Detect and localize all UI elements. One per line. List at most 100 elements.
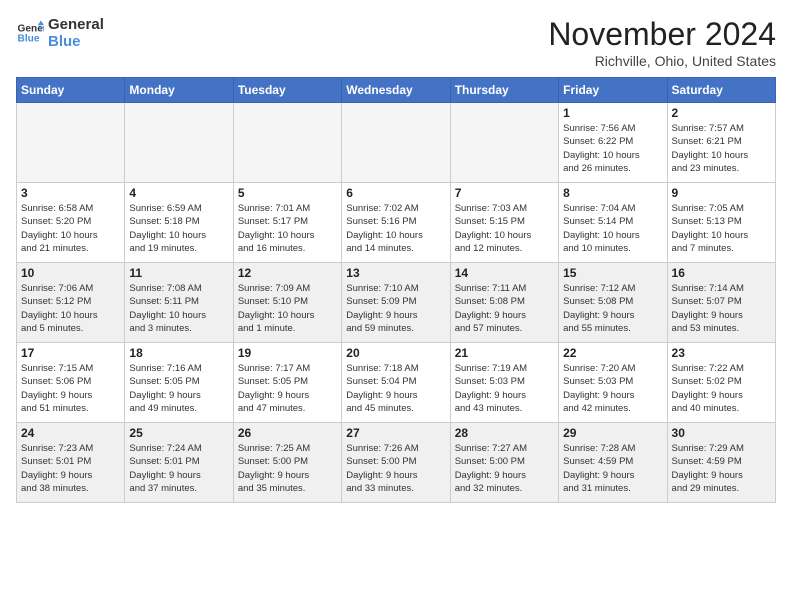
- day-number: 16: [672, 266, 771, 280]
- day-number: 7: [455, 186, 554, 200]
- day-info: Sunrise: 7:20 AM Sunset: 5:03 PM Dayligh…: [563, 362, 662, 415]
- day-number: 2: [672, 106, 771, 120]
- day-number: 6: [346, 186, 445, 200]
- day-info: Sunrise: 7:04 AM Sunset: 5:14 PM Dayligh…: [563, 202, 662, 255]
- day-info: Sunrise: 7:19 AM Sunset: 5:03 PM Dayligh…: [455, 362, 554, 415]
- calendar-cell: [125, 103, 233, 183]
- logo-line1: General: [48, 16, 104, 33]
- day-number: 26: [238, 426, 337, 440]
- calendar-week-4: 24 Sunrise: 7:23 AM Sunset: 5:01 PM Dayli…: [17, 423, 776, 503]
- calendar-cell: 16 Sunrise: 7:14 AM Sunset: 5:07 PM Dayli…: [667, 263, 775, 343]
- day-info: Sunrise: 7:17 AM Sunset: 5:05 PM Dayligh…: [238, 362, 337, 415]
- month-title: November 2024: [548, 16, 776, 53]
- day-number: 19: [238, 346, 337, 360]
- calendar-cell: 29 Sunrise: 7:28 AM Sunset: 4:59 PM Dayli…: [559, 423, 667, 503]
- day-number: 29: [563, 426, 662, 440]
- day-info: Sunrise: 7:12 AM Sunset: 5:08 PM Dayligh…: [563, 282, 662, 335]
- day-info: Sunrise: 7:29 AM Sunset: 4:59 PM Dayligh…: [672, 442, 771, 495]
- weekday-header-monday: Monday: [125, 78, 233, 103]
- day-number: 30: [672, 426, 771, 440]
- calendar-cell: 3 Sunrise: 6:58 AM Sunset: 5:20 PM Daylig…: [17, 183, 125, 263]
- day-number: 13: [346, 266, 445, 280]
- day-info: Sunrise: 7:25 AM Sunset: 5:00 PM Dayligh…: [238, 442, 337, 495]
- calendar-cell: 19 Sunrise: 7:17 AM Sunset: 5:05 PM Dayli…: [233, 343, 341, 423]
- day-number: 8: [563, 186, 662, 200]
- weekday-header-saturday: Saturday: [667, 78, 775, 103]
- calendar-cell: 21 Sunrise: 7:19 AM Sunset: 5:03 PM Dayli…: [450, 343, 558, 423]
- day-info: Sunrise: 7:15 AM Sunset: 5:06 PM Dayligh…: [21, 362, 120, 415]
- weekday-header-wednesday: Wednesday: [342, 78, 450, 103]
- day-number: 28: [455, 426, 554, 440]
- logo: General Blue General Blue: [16, 16, 104, 50]
- calendar-cell: 28Sunrise: 7:27 AM Sunset: 5:00 PM Dayli…: [450, 423, 558, 503]
- day-info: Sunrise: 7:14 AM Sunset: 5:07 PM Dayligh…: [672, 282, 771, 335]
- calendar-cell: 2 Sunrise: 7:57 AM Sunset: 6:21 PM Daylig…: [667, 103, 775, 183]
- day-info: Sunrise: 7:28 AM Sunset: 4:59 PM Dayligh…: [563, 442, 662, 495]
- calendar-cell: 7 Sunrise: 7:03 AM Sunset: 5:15 PM Daylig…: [450, 183, 558, 263]
- calendar-cell: 8 Sunrise: 7:04 AM Sunset: 5:14 PM Daylig…: [559, 183, 667, 263]
- calendar-cell: 27 Sunrise: 7:26 AM Sunset: 5:00 PM Dayli…: [342, 423, 450, 503]
- calendar-cell: 9Sunrise: 7:05 AM Sunset: 5:13 PM Daylig…: [667, 183, 775, 263]
- weekday-header-sunday: Sunday: [17, 78, 125, 103]
- day-number: 21: [455, 346, 554, 360]
- day-info: Sunrise: 7:06 AM Sunset: 5:12 PM Dayligh…: [21, 282, 120, 335]
- day-number: 1: [563, 106, 662, 120]
- calendar-cell: 17 Sunrise: 7:15 AM Sunset: 5:06 PM Dayli…: [17, 343, 125, 423]
- day-number: 4: [129, 186, 228, 200]
- day-info: Sunrise: 7:56 AM Sunset: 6:22 PM Dayligh…: [563, 122, 662, 175]
- svg-text:Blue: Blue: [18, 34, 40, 45]
- day-info: Sunrise: 7:57 AM Sunset: 6:21 PM Dayligh…: [672, 122, 771, 175]
- day-info: Sunrise: 6:59 AM Sunset: 5:18 PM Dayligh…: [129, 202, 228, 255]
- day-number: 10: [21, 266, 120, 280]
- day-info: Sunrise: 7:16 AM Sunset: 5:05 PM Dayligh…: [129, 362, 228, 415]
- day-info: Sunrise: 7:11 AM Sunset: 5:08 PM Dayligh…: [455, 282, 554, 335]
- calendar-cell: 4 Sunrise: 6:59 AM Sunset: 5:18 PM Daylig…: [125, 183, 233, 263]
- calendar-cell: 18Sunrise: 7:16 AM Sunset: 5:05 PM Dayli…: [125, 343, 233, 423]
- calendar-cell: 23Sunrise: 7:22 AM Sunset: 5:02 PM Dayli…: [667, 343, 775, 423]
- weekday-header-tuesday: Tuesday: [233, 78, 341, 103]
- day-info: Sunrise: 7:23 AM Sunset: 5:01 PM Dayligh…: [21, 442, 120, 495]
- day-info: Sunrise: 6:58 AM Sunset: 5:20 PM Dayligh…: [21, 202, 120, 255]
- logo-line2: Blue: [48, 33, 104, 50]
- calendar-cell: 30 Sunrise: 7:29 AM Sunset: 4:59 PM Dayli…: [667, 423, 775, 503]
- calendar-cell: [342, 103, 450, 183]
- calendar-cell: 26 Sunrise: 7:25 AM Sunset: 5:00 PM Dayli…: [233, 423, 341, 503]
- calendar-cell: 5 Sunrise: 7:01 AM Sunset: 5:17 PM Daylig…: [233, 183, 341, 263]
- calendar-cell: 25Sunrise: 7:24 AM Sunset: 5:01 PM Dayli…: [125, 423, 233, 503]
- calendar-cell: 14Sunrise: 7:11 AM Sunset: 5:08 PM Dayli…: [450, 263, 558, 343]
- calendar-cell: 13 Sunrise: 7:10 AM Sunset: 5:09 PM Dayli…: [342, 263, 450, 343]
- day-info: Sunrise: 7:09 AM Sunset: 5:10 PM Dayligh…: [238, 282, 337, 335]
- calendar-week-3: 17 Sunrise: 7:15 AM Sunset: 5:06 PM Dayli…: [17, 343, 776, 423]
- calendar-cell: 1 Sunrise: 7:56 AM Sunset: 6:22 PM Daylig…: [559, 103, 667, 183]
- calendar-table: SundayMondayTuesdayWednesdayThursdayFrid…: [16, 77, 776, 503]
- day-info: Sunrise: 7:18 AM Sunset: 5:04 PM Dayligh…: [346, 362, 445, 415]
- logo-icon: General Blue: [16, 19, 44, 47]
- day-number: 12: [238, 266, 337, 280]
- day-number: 5: [238, 186, 337, 200]
- title-area: November 2024 Richville, Ohio, United St…: [548, 16, 776, 69]
- calendar-week-0: 1 Sunrise: 7:56 AM Sunset: 6:22 PM Daylig…: [17, 103, 776, 183]
- day-number: 24: [21, 426, 120, 440]
- calendar-cell: 20Sunrise: 7:18 AM Sunset: 5:04 PM Dayli…: [342, 343, 450, 423]
- day-info: Sunrise: 7:03 AM Sunset: 5:15 PM Dayligh…: [455, 202, 554, 255]
- calendar-cell: 24 Sunrise: 7:23 AM Sunset: 5:01 PM Dayli…: [17, 423, 125, 503]
- day-info: Sunrise: 7:01 AM Sunset: 5:17 PM Dayligh…: [238, 202, 337, 255]
- day-number: 15: [563, 266, 662, 280]
- day-info: Sunrise: 7:26 AM Sunset: 5:00 PM Dayligh…: [346, 442, 445, 495]
- calendar-cell: 6 Sunrise: 7:02 AM Sunset: 5:16 PM Daylig…: [342, 183, 450, 263]
- weekday-header-friday: Friday: [559, 78, 667, 103]
- day-info: Sunrise: 7:02 AM Sunset: 5:16 PM Dayligh…: [346, 202, 445, 255]
- calendar-cell: 12 Sunrise: 7:09 AM Sunset: 5:10 PM Dayli…: [233, 263, 341, 343]
- weekday-header-thursday: Thursday: [450, 78, 558, 103]
- calendar-cell: [17, 103, 125, 183]
- day-number: 27: [346, 426, 445, 440]
- day-info: Sunrise: 7:10 AM Sunset: 5:09 PM Dayligh…: [346, 282, 445, 335]
- calendar-cell: 10 Sunrise: 7:06 AM Sunset: 5:12 PM Dayli…: [17, 263, 125, 343]
- day-number: 17: [21, 346, 120, 360]
- calendar-cell: [450, 103, 558, 183]
- day-number: 25: [129, 426, 228, 440]
- day-number: 3: [21, 186, 120, 200]
- calendar-cell: 15 Sunrise: 7:12 AM Sunset: 5:08 PM Dayli…: [559, 263, 667, 343]
- day-info: Sunrise: 7:22 AM Sunset: 5:02 PM Dayligh…: [672, 362, 771, 415]
- calendar-week-1: 3 Sunrise: 6:58 AM Sunset: 5:20 PM Daylig…: [17, 183, 776, 263]
